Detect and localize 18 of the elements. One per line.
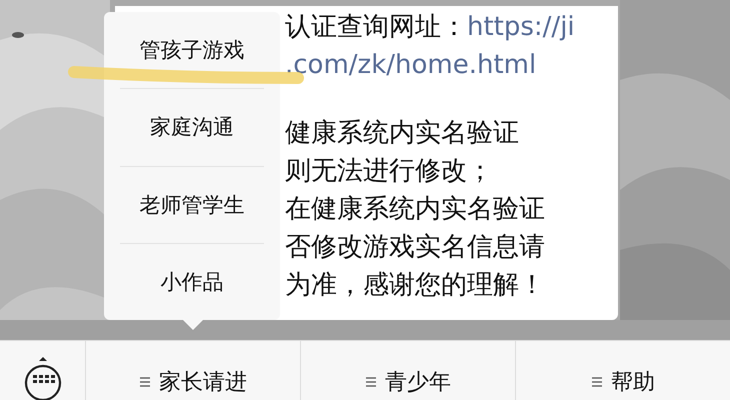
menu-bar-item[interactable]: 家长请进: [133, 367, 253, 400]
keyboard-icon[interactable]: [22, 355, 62, 400]
message-text: 为准，感谢您的理解！: [285, 270, 545, 300]
menu-lines-icon: [591, 375, 603, 389]
popup-menu-item[interactable]: 管孩子游戏: [120, 12, 264, 88]
menu-lines-icon: [365, 375, 377, 389]
menu-bar-item[interactable]: 帮助: [585, 367, 661, 400]
message-text: 则无法进行修改；: [285, 156, 493, 186]
message-link[interactable]: https://ji: [467, 12, 575, 42]
message-text: 在健康系统内实名验证: [285, 194, 545, 224]
message-link[interactable]: .com/zk/home.html: [285, 50, 536, 80]
popup-menu-item[interactable]: 老师管学生: [120, 166, 264, 243]
popup-menu-item[interactable]: 家庭沟通: [120, 88, 264, 166]
menu-bar-item[interactable]: 青少年: [359, 367, 457, 400]
message-text: 健康系统内实名验证: [285, 118, 519, 148]
message-text: 认证查询网址：: [285, 12, 467, 42]
message-text: 否修改游戏实名信息请: [285, 232, 545, 262]
menu-lines-icon: [139, 375, 151, 389]
